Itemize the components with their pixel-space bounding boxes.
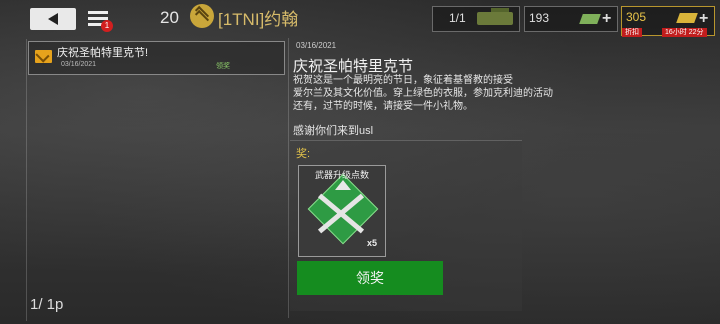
mail-status: 领奖 [216,63,230,70]
reward-title: 武器升级点数 [314,170,369,180]
cash-amount: 193 [529,11,550,25]
mail-date: 03/16/2021 [61,61,97,68]
detail-title: 庆祝圣帕特里克节 [293,58,414,75]
mail-list-panel [26,39,285,321]
rank-icon [190,4,214,28]
upgrade-arrow-icon [335,180,351,190]
menu-button[interactable]: 1 [88,9,113,32]
notification-badge: 1 [101,20,113,32]
detail-body: 祝贺这是一个最明亮的节日，象征着基督教的接受 爱尔兰及其文化价值。穿上绿色的衣服… [293,75,553,112]
page-indicator: 1/ 1p [30,296,64,313]
back-arrow-icon [48,13,58,25]
detail-divider [288,38,289,318]
player-level: 20 [160,8,179,27]
mail-list-item[interactable]: 庆祝圣帕特里克节! 03/16/2021 领奖 [28,41,285,75]
gold-amount: 305 [626,10,647,24]
reward-quantity: x5 [367,238,378,248]
reward-label: 奖: [296,148,311,160]
mail-title: 庆祝圣帕特里克节! [57,47,149,59]
gold-icon [676,13,698,23]
detail-date: 03/16/2021 [296,41,337,50]
cash-icon [579,14,601,24]
gold-box[interactable]: 305 + 折扣 16小时 22分 [621,6,715,37]
tank-count-box[interactable]: 1/1 [432,6,520,32]
add-gold-icon[interactable]: + [699,10,708,28]
cash-box[interactable]: 193 + [524,6,618,32]
offer-timer: 16小时 22分 [662,28,707,37]
tank-icon [477,8,513,25]
menu-icon [88,11,108,14]
envelope-icon [35,50,52,63]
claim-reward-button[interactable]: 领奖 [297,261,443,295]
player-name[interactable]: [1TNI]约翰 [218,5,298,30]
back-button[interactable] [30,8,76,30]
add-cash-icon[interactable]: + [602,10,611,28]
reward-card[interactable]: 武器升级点数 x5 [298,165,386,257]
tank-count: 1/1 [449,11,466,25]
detail-thanks: 感谢你们来到usl [293,125,374,137]
discount-badge: 折扣 [622,28,642,37]
